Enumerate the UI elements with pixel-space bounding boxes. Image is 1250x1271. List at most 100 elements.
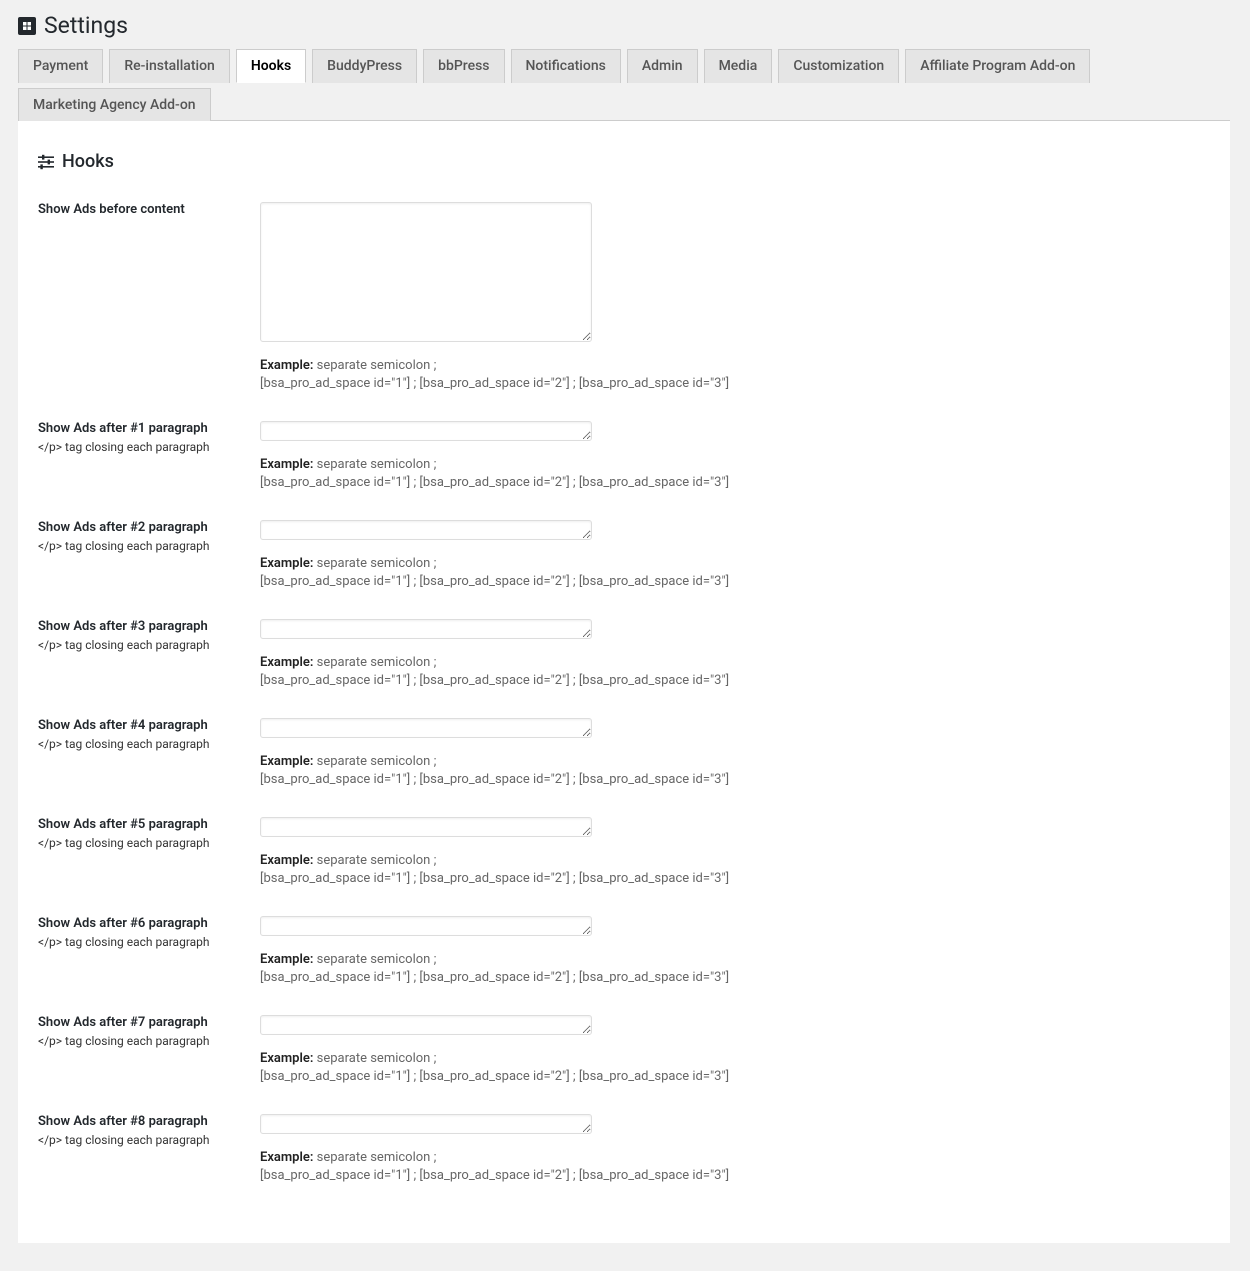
example-code: [bsa_pro_ad_space id="1"] ; [bsa_pro_ad_… [260, 1069, 729, 1084]
field-label: Show Ads after #7 paragraph [38, 1015, 240, 1030]
settings-panel: Hooks Show Ads before content Example: se… [18, 121, 1230, 1243]
after_p4-textarea[interactable] [260, 718, 592, 738]
example-desc: separate semicolon ; [313, 556, 436, 571]
field-sublabel: </p> tag closing each paragraph [38, 638, 240, 652]
example-text: Example: separate semicolon ;[bsa_pro_ad… [260, 655, 729, 688]
before_content-textarea[interactable] [260, 202, 592, 342]
field-input-wrap: Example: separate semicolon ;[bsa_pro_ad… [260, 619, 729, 688]
field-sublabel: </p> tag closing each paragraph [38, 935, 240, 949]
example-label: Example: [260, 1150, 313, 1165]
example-label: Example: [260, 754, 313, 769]
example-text: Example: separate semicolon ; [bsa_pro_ad… [260, 556, 729, 589]
field-label-wrap: Show Ads before content [38, 202, 260, 217]
field-label: Show Ads after #3 paragraph [38, 619, 240, 634]
example-code: [bsa_pro_ad_space id="1"] ; [bsa_pro_ad_… [260, 871, 729, 886]
field-input-wrap: Example: separate semicolon ;[bsa_pro_ad… [260, 916, 729, 985]
field-input-wrap: Example: separate semicolon ; [bsa_pro_ad… [260, 718, 729, 787]
tab-label: Marketing Agency Add-on [33, 97, 196, 113]
tab-customization[interactable]: Customization [778, 49, 899, 83]
example-code: [bsa_pro_ad_space id="1"] ; [bsa_pro_ad_… [260, 574, 729, 589]
settings-tabs: Payment Re-installation Hooks BuddyPress bbP… [18, 49, 1230, 121]
tab-label: Notifications [526, 58, 606, 74]
field-sublabel: </p> tag closing each paragraph [38, 836, 240, 850]
field-sublabel: </p> tag closing each paragraph [38, 737, 240, 751]
example-code: [bsa_pro_ad_space id="1"] ; [bsa_pro_ad_… [260, 1168, 729, 1183]
example-desc: separate semicolon ; [313, 853, 436, 868]
page-header: Settings [18, 0, 1230, 49]
example-desc: separate semicolon ; [313, 952, 436, 967]
field-label-wrap: Show Ads after #3 paragraph </p> tag clos… [38, 619, 260, 652]
field-sublabel: </p> tag closing each paragraph [38, 539, 240, 553]
tab-bbpress[interactable]: bbPress [423, 49, 504, 83]
field-label: Show Ads before content [38, 202, 240, 217]
example-desc: separate semicolon ; [313, 358, 436, 373]
field-sublabel: </p> tag closing each paragraph [38, 440, 240, 454]
field-label-wrap: Show Ads after #4 paragraph</p> tag clos… [38, 718, 260, 751]
after_p7-textarea[interactable] [260, 1015, 592, 1035]
tab-payment[interactable]: Payment [18, 49, 103, 83]
after_p8-textarea[interactable] [260, 1114, 592, 1134]
example-code: [bsa_pro_ad_space id="1"] ; [bsa_pro_ad_… [260, 376, 729, 391]
example-text: Example: separate semicolon ;[bsa_pro_ad… [260, 457, 729, 490]
tab-admin[interactable]: Admin [627, 49, 698, 83]
field-row-after_p4: Show Ads after #4 paragraph</p> tag clos… [38, 718, 1210, 787]
example-text: Example: separate semicolon ; [bsa_pro_ad… [260, 1051, 729, 1084]
tab-label: Admin [642, 58, 683, 74]
field-row-after_p5: Show Ads after #5 paragraph</p> tag clos… [38, 817, 1210, 886]
tab-label: Affiliate Program Add-on [920, 58, 1075, 74]
field-label-wrap: Show Ads after #2 paragraph</p> tag clos… [38, 520, 260, 553]
tab-affiliate[interactable]: Affiliate Program Add-on [905, 49, 1090, 83]
page-title: Settings [44, 12, 128, 39]
tab-notifications[interactable]: Notifications [511, 49, 621, 83]
field-label-wrap: Show Ads after #8 paragraph </p> tag clos… [38, 1114, 260, 1147]
example-code: [bsa_pro_ad_space id="1"] ; [bsa_pro_ad_… [260, 673, 729, 688]
field-label: Show Ads after #8 paragraph [38, 1114, 240, 1129]
field-input-wrap: Example: separate semicolon ; [bsa_pro_ad… [260, 1015, 729, 1084]
sliders-icon [38, 154, 54, 170]
tab-label: Re-installation [124, 58, 215, 74]
tab-label: BuddyPress [327, 58, 402, 74]
after_p3-textarea[interactable] [260, 619, 592, 639]
example-desc: separate semicolon ; [313, 754, 436, 769]
field-input-wrap: Example: separate semicolon ;[bsa_pro_ad… [260, 817, 729, 886]
field-label-wrap: Show Ads after #5 paragraph</p> tag clos… [38, 817, 260, 850]
field-input-wrap: Example: separate semicolon ; [bsa_pro_ad… [260, 1114, 729, 1183]
section-header: Hooks [38, 151, 1210, 172]
tab-marketing[interactable]: Marketing Agency Add-on [18, 88, 211, 121]
field-row-after_p7: Show Ads after #7 paragraph</p> tag clos… [38, 1015, 1210, 1084]
field-sublabel: </p> tag closing each paragraph [38, 1133, 240, 1147]
field-input-wrap: Example: separate semicolon ;[bsa_pro_ad… [260, 421, 729, 490]
field-input-wrap: Example: separate semicolon ; [bsa_pro_ad… [260, 520, 729, 589]
field-label: Show Ads after #1 paragraph [38, 421, 240, 436]
tab-hooks[interactable]: Hooks [236, 49, 306, 83]
field-row-after_p3: Show Ads after #3 paragraph </p> tag clos… [38, 619, 1210, 688]
after_p1-textarea[interactable] [260, 421, 592, 441]
tab-label: bbPress [438, 58, 489, 74]
tab-label: Payment [33, 58, 88, 74]
after_p5-textarea[interactable] [260, 817, 592, 837]
example-label: Example: [260, 358, 313, 373]
example-code: [bsa_pro_ad_space id="1"] ; [bsa_pro_ad_… [260, 772, 729, 787]
example-text: Example: separate semicolon ; [bsa_pro_ad… [260, 1150, 729, 1183]
field-row-after_p8: Show Ads after #8 paragraph </p> tag clos… [38, 1114, 1210, 1183]
tab-media[interactable]: Media [704, 49, 773, 83]
tab-label: Media [719, 58, 758, 74]
settings-icon [18, 17, 36, 35]
example-desc: separate semicolon ; [313, 457, 436, 472]
after_p2-textarea[interactable] [260, 520, 592, 540]
tab-label: Customization [793, 58, 884, 74]
example-label: Example: [260, 556, 313, 571]
field-row-before_content: Show Ads before content Example: separate… [38, 202, 1210, 391]
field-row-after_p2: Show Ads after #2 paragraph</p> tag clos… [38, 520, 1210, 589]
field-label-wrap: Show Ads after #6 paragraph</p> tag clos… [38, 916, 260, 949]
field-input-wrap: Example: separate semicolon ; [bsa_pro_ad… [260, 202, 729, 391]
example-label: Example: [260, 1051, 313, 1066]
after_p6-textarea[interactable] [260, 916, 592, 936]
tab-reinstallation[interactable]: Re-installation [109, 49, 230, 83]
tab-label: Hooks [251, 58, 291, 74]
tab-buddypress[interactable]: BuddyPress [312, 49, 417, 83]
example-desc: separate semicolon ; [313, 1051, 436, 1066]
example-desc: separate semicolon ; [313, 1150, 436, 1165]
field-row-after_p6: Show Ads after #6 paragraph</p> tag clos… [38, 916, 1210, 985]
example-label: Example: [260, 952, 313, 967]
